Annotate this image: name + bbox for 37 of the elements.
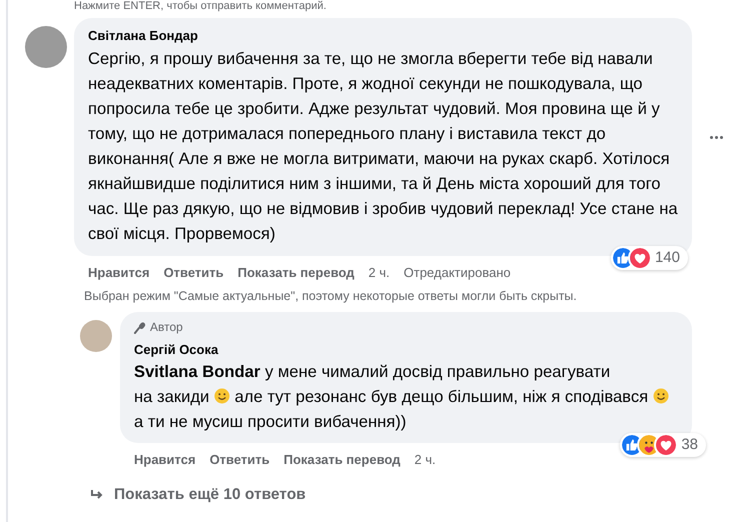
action-link[interactable]: Показать перевод: [238, 265, 354, 281]
edited-label: Отредактировано: [404, 265, 511, 281]
timestamp[interactable]: 2 ч.: [414, 452, 436, 468]
reply-text: сподівався: [564, 387, 648, 406]
action-link[interactable]: Нравится: [134, 452, 196, 468]
comment-text: Сергію, я прошу вибачення за те, що не змогла вберегти тебе від навали неадекватних коментарів. Проте, я жодної секунди не пошкодувала, що попросила тебе це зробити. Адже результат чудовий. Моя провина ще й у тому, що не дотрималася попереднього плану і виставила текст до виконання( Але я вже не могла витримати, маючи на руках скарб. Хотілося якнайшвидше поділитися ним з іншими, та й День міста хороший для того час. Ще раз дякую, що не відмовив і зробив чудовий переклад! Усе стане на свої місця. Прорвемося): [88, 48, 678, 245]
author-label: Автор: [150, 320, 183, 335]
heart-icon: [630, 248, 650, 268]
reply-text: але тут резонанс був дещо більшим, ніж я: [234, 387, 560, 406]
reply-text: на закиди: [134, 387, 210, 406]
action-link[interactable]: Ответить: [164, 265, 224, 281]
like-icon: [622, 435, 642, 455]
microphone-icon: [134, 322, 146, 334]
notice-text: Выбран режим "Самые актуальные", поэтому некоторые ответы могли быть скрыты.: [83, 288, 578, 304]
avatar: [80, 320, 112, 352]
reply-arrow-icon: [90, 488, 104, 501]
reaction-count: 38: [681, 434, 698, 455]
more-replies-link[interactable]: Показать ещё 10 ответов: [114, 483, 306, 506]
reactions-pill[interactable]: 38: [620, 433, 706, 457]
more-options-icon[interactable]: [710, 136, 723, 140]
timestamp[interactable]: 2 ч.: [368, 265, 390, 281]
action-link[interactable]: Показать перевод: [284, 452, 400, 468]
reactions-pill[interactable]: 140: [610, 246, 688, 270]
reply-author[interactable]: Сергій Осока: [134, 341, 678, 358]
heart-icon: [656, 435, 676, 455]
hugging-face-icon: [639, 435, 660, 455]
reply-text: а ти не мусиш просити вибачення)): [134, 412, 406, 431]
hint-text: Нажмите ENTER, чтобы отправить комментарий.: [73, 0, 328, 13]
action-link[interactable]: Нравится: [88, 265, 150, 281]
reaction-count: 140: [654, 248, 680, 268]
like-icon: [612, 248, 633, 268]
avatar: [25, 26, 67, 68]
smiley-icon: [214, 388, 230, 404]
smiley-icon: [652, 388, 669, 404]
action-link[interactable]: Ответить: [210, 452, 270, 468]
comment-author[interactable]: Світлана Бондар: [88, 27, 678, 44]
reply-text: Svitlana Bondar у мене чималий досвід правильно реагувати: [134, 362, 610, 381]
